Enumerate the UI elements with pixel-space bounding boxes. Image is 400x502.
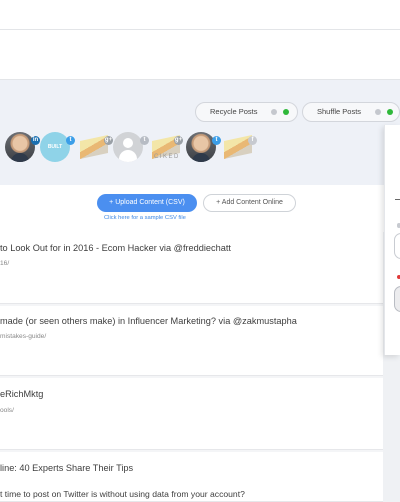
upload-content-csv-button[interactable]: + Upload Content (CSV) xyxy=(97,194,197,212)
post-title: eRichMktg xyxy=(0,389,44,399)
toggle-option[interactable] xyxy=(394,233,400,259)
post-card[interactable]: line: 40 Experts Share Their Tips t time… xyxy=(0,452,383,502)
post-title: line: 40 Experts Share Their Tips xyxy=(0,463,134,473)
twitter-icon: t xyxy=(140,136,149,145)
recycle-off-indicator-icon xyxy=(271,109,277,115)
recycle-posts-label: Recycle Posts xyxy=(210,107,258,116)
post-card[interactable]: to Look Out for in 2016 - Ecom Hacker vi… xyxy=(0,232,383,304)
post-text: t time to post on Twitter is without usi… xyxy=(0,489,245,499)
top-navigation-bar xyxy=(0,0,400,30)
upload-actions-area xyxy=(0,185,400,232)
post-url[interactable]: mistakes-guide/ xyxy=(0,333,46,340)
add-content-online-button[interactable]: + Add Content Online xyxy=(203,194,296,212)
brand-logo-text: CIKED xyxy=(154,154,180,160)
profile-avatar[interactable]: BUILT xyxy=(40,132,70,162)
sample-csv-link[interactable]: Click here for a sample CSV file xyxy=(104,215,186,221)
twitter-icon: t xyxy=(66,136,75,145)
shuffle-posts-label: Shuffle Posts xyxy=(317,107,362,116)
post-url[interactable]: 16/ xyxy=(0,260,9,267)
google-plus-icon: g+ xyxy=(174,136,183,145)
post-card[interactable]: eRichMktg ools/ xyxy=(0,378,383,450)
default-profile-avatar[interactable] xyxy=(113,132,143,162)
post-title: to Look Out for in 2016 - Ecom Hacker vi… xyxy=(0,243,231,253)
profile-avatar[interactable] xyxy=(186,132,216,162)
post-url[interactable]: ools/ xyxy=(0,407,14,414)
social-profiles-row: in BUILT t g+ t g+ CIKED t f xyxy=(0,132,400,172)
twitter-icon: t xyxy=(212,136,221,145)
shuffle-off-indicator-icon xyxy=(375,109,381,115)
google-plus-icon: g+ xyxy=(104,136,113,145)
recycle-on-indicator-icon xyxy=(283,109,289,115)
sub-header-bar xyxy=(0,30,400,80)
toggle-option[interactable] xyxy=(394,286,400,312)
profile-avatar[interactable] xyxy=(5,132,35,162)
settings-popover xyxy=(384,125,400,355)
facebook-icon: f xyxy=(248,136,257,145)
shuffle-posts-toggle[interactable]: Shuffle Posts xyxy=(302,102,400,122)
shuffle-on-indicator-icon xyxy=(387,109,393,115)
post-title: made (or seen others make) in Influencer… xyxy=(0,316,297,326)
divider xyxy=(395,199,400,200)
post-card[interactable]: made (or seen others make) in Influencer… xyxy=(0,306,383,376)
linkedin-icon: in xyxy=(31,136,40,145)
recycle-posts-toggle[interactable]: Recycle Posts xyxy=(195,102,298,122)
